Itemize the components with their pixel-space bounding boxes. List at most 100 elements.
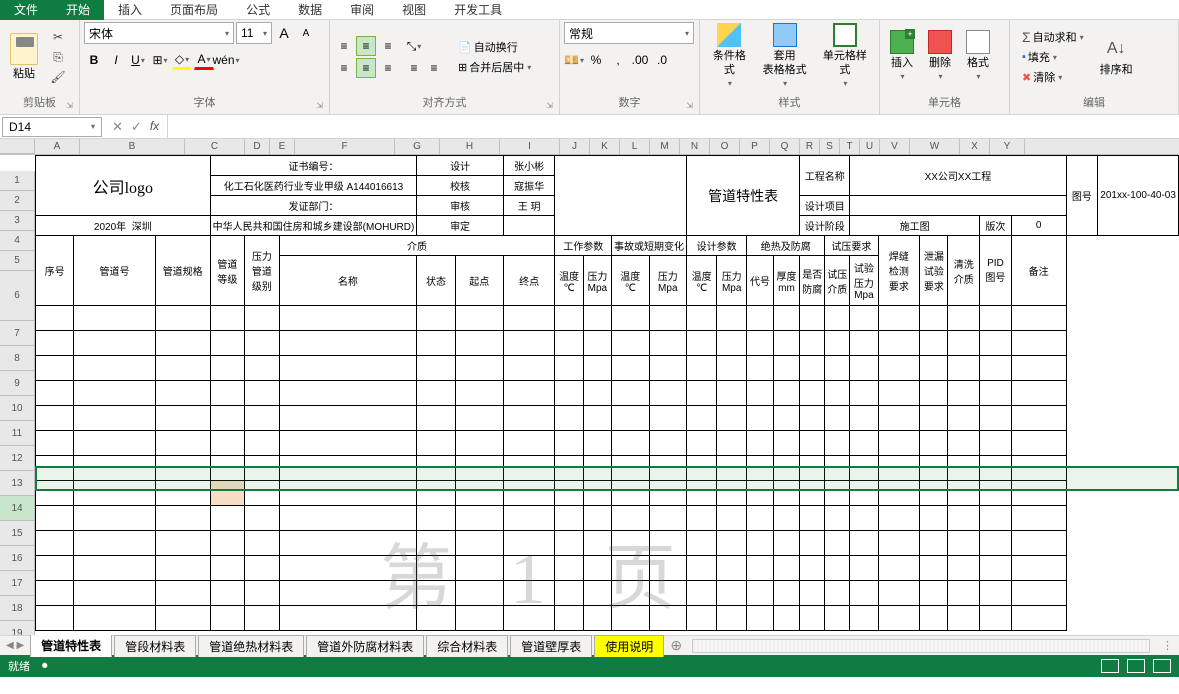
cell[interactable] [555, 331, 583, 356]
align-bottom-button[interactable]: ≡ [378, 36, 398, 56]
cell[interactable] [612, 356, 650, 381]
cell[interactable] [583, 431, 611, 456]
col-header[interactable]: M [650, 139, 680, 154]
cell[interactable] [503, 506, 555, 531]
cell[interactable] [747, 506, 774, 531]
cell[interactable] [773, 356, 800, 381]
cell[interactable] [920, 606, 948, 631]
cell[interactable] [155, 606, 210, 631]
cell[interactable] [825, 406, 850, 431]
cell[interactable] [210, 356, 244, 381]
cell[interactable] [503, 216, 555, 236]
cell[interactable] [717, 456, 747, 481]
cell[interactable] [980, 531, 1012, 556]
cell[interactable] [747, 606, 774, 631]
cell[interactable] [555, 481, 583, 506]
cell[interactable] [36, 406, 74, 431]
launcher-icon[interactable]: ⇲ [66, 101, 73, 110]
cell[interactable] [503, 406, 555, 431]
cell[interactable]: 寇振华 [503, 176, 555, 196]
cell[interactable] [612, 606, 650, 631]
cell[interactable] [279, 506, 417, 531]
increase-font-button[interactable]: A [274, 23, 294, 43]
cell[interactable]: 泄漏 试验 要求 [920, 236, 948, 306]
cell[interactable] [747, 456, 774, 481]
cell[interactable] [417, 331, 455, 356]
row-header[interactable]: 19 [0, 621, 35, 635]
cell[interactable]: 终点 [503, 256, 555, 306]
cell[interactable] [555, 531, 583, 556]
cell[interactable] [555, 306, 583, 331]
cell[interactable] [245, 306, 279, 331]
select-all-corner[interactable] [0, 139, 35, 154]
cell[interactable] [1011, 581, 1066, 606]
cell[interactable] [800, 481, 825, 506]
add-sheet-button[interactable]: ⊕ [666, 637, 686, 654]
cell[interactable] [245, 431, 279, 456]
cell[interactable]: 试压要求 [825, 236, 878, 256]
cell[interactable] [687, 356, 717, 381]
cell[interactable] [583, 331, 611, 356]
cell[interactable] [1011, 556, 1066, 581]
cell[interactable] [555, 606, 583, 631]
cell[interactable] [74, 381, 155, 406]
cell[interactable] [800, 506, 825, 531]
cell[interactable] [687, 306, 717, 331]
cell[interactable] [74, 331, 155, 356]
cell[interactable] [878, 481, 920, 506]
cell[interactable] [583, 506, 611, 531]
indent-increase-button[interactable]: ≡ [424, 58, 444, 78]
cell[interactable]: 施工图 [850, 216, 980, 236]
paste-button[interactable]: 粘贴 [4, 33, 44, 81]
cell[interactable] [36, 606, 74, 631]
cell[interactable] [948, 381, 980, 406]
cell[interactable] [155, 481, 210, 506]
cell[interactable] [583, 356, 611, 381]
format-as-table-button[interactable]: 套用 表格格式▾ [757, 23, 813, 91]
sheet-tab[interactable]: 管道外防腐材料表 [306, 635, 424, 657]
cell[interactable] [878, 556, 920, 581]
cell[interactable] [948, 331, 980, 356]
cell[interactable] [555, 381, 583, 406]
sheet-tab[interactable]: 管道绝热材料表 [198, 635, 304, 657]
cell[interactable] [245, 506, 279, 531]
cell[interactable] [583, 381, 611, 406]
cell[interactable]: 压力 管道 级别 [245, 236, 279, 306]
cell[interactable]: 管道 等级 [210, 236, 244, 306]
col-header[interactable]: L [620, 139, 650, 154]
cell[interactable] [1011, 331, 1066, 356]
cell[interactable] [555, 456, 583, 481]
cell[interactable] [583, 531, 611, 556]
cell[interactable] [980, 556, 1012, 581]
cell[interactable]: 温度 ℃ [687, 256, 717, 306]
cell[interactable] [773, 331, 800, 356]
bold-button[interactable]: B [84, 50, 104, 70]
page-layout-view-button[interactable] [1127, 659, 1145, 673]
cell[interactable] [612, 581, 650, 606]
cell[interactable] [245, 531, 279, 556]
cell[interactable] [980, 356, 1012, 381]
cell[interactable] [612, 431, 650, 456]
cell[interactable] [773, 581, 800, 606]
cell[interactable] [878, 381, 920, 406]
cell[interactable] [948, 606, 980, 631]
cell[interactable]: XX公司XX工程 [850, 156, 1066, 196]
conditional-format-button[interactable]: 条件格式▾ [704, 23, 755, 91]
formula-input[interactable] [167, 115, 1179, 138]
row-header[interactable]: 7 [0, 321, 35, 346]
cell[interactable] [74, 356, 155, 381]
cell[interactable] [717, 531, 747, 556]
cell[interactable] [155, 381, 210, 406]
cell[interactable] [850, 381, 878, 406]
cell[interactable] [920, 456, 948, 481]
cell[interactable]: 公司logo [36, 156, 211, 216]
menu-insert[interactable]: 插入 [104, 0, 156, 20]
cell[interactable] [503, 356, 555, 381]
cell[interactable] [717, 331, 747, 356]
cell[interactable] [649, 456, 687, 481]
cell[interactable] [649, 381, 687, 406]
row-header[interactable]: 8 [0, 346, 35, 371]
cell[interactable]: 设计项目 [800, 196, 850, 216]
cell[interactable] [878, 406, 920, 431]
cell[interactable]: 清洗 介质 [948, 236, 980, 306]
